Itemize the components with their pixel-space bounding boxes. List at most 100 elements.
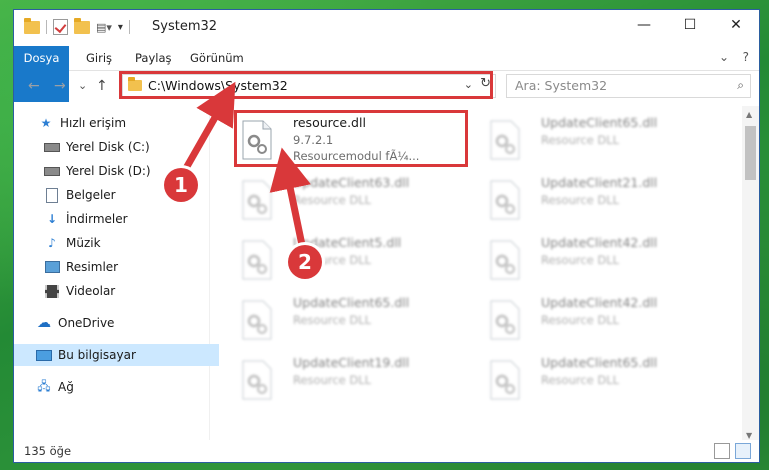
- navigation-bar: ← → ⌄ ↑ C:\Windows\System32 ⌄ ↻ Ara: Sys…: [14, 71, 759, 101]
- sidebar-item-videos[interactable]: Videolar 📌: [14, 280, 239, 302]
- file-name: UpdateClient65.dll: [541, 355, 658, 370]
- tab-home[interactable]: Giriş: [86, 46, 112, 70]
- maximize-button[interactable]: ☐: [667, 10, 713, 40]
- file-name: UpdateClient42.dll: [541, 235, 658, 250]
- onedrive-icon: ☁: [37, 315, 51, 331]
- sidebar-item-network[interactable]: 🖧 Ağ: [14, 376, 231, 398]
- sidebar-item-label: Yerel Disk (C:): [66, 140, 150, 154]
- step-2-badge: 2: [288, 245, 322, 279]
- explorer-window: ▤▾ ▾ System32 — ☐ ✕ Dosya Giriş Paylaş G…: [14, 10, 759, 462]
- this-pc-icon: [36, 348, 52, 362]
- downloads-icon: ↓: [46, 212, 58, 226]
- scroll-up-icon[interactable]: ▲: [746, 110, 752, 119]
- file-name: UpdateClient65.dll: [293, 295, 410, 310]
- minimize-button[interactable]: —: [621, 10, 667, 40]
- divider: [46, 20, 47, 34]
- file-item[interactable]: UpdateClient21.dll Resource DLL: [477, 172, 717, 228]
- sidebar-item-onedrive[interactable]: ☁ OneDrive: [14, 312, 231, 334]
- sidebar-item-label: Müzik: [66, 236, 101, 250]
- file-description: Resource DLL: [541, 373, 620, 387]
- sidebar-item-disk-d[interactable]: Yerel Disk (D:): [14, 160, 239, 182]
- sidebar-item-documents[interactable]: Belgeler: [14, 184, 239, 206]
- navigation-pane: ★ Hızlı erişim Yerel Disk (C:) Yerel Dis…: [14, 106, 233, 444]
- item-count: 135 öğe: [24, 444, 72, 458]
- drive-icon: [44, 164, 60, 178]
- recent-locations-button[interactable]: ⌄: [78, 79, 87, 92]
- up-button[interactable]: ↑: [96, 78, 108, 94]
- file-item[interactable]: UpdateClient19.dll Resource DLL: [229, 352, 469, 408]
- properties-icon[interactable]: [53, 19, 68, 35]
- file-description: Resource DLL: [541, 193, 620, 207]
- close-button[interactable]: ✕: [713, 10, 759, 40]
- file-item[interactable]: UpdateClient65.dll Resource DLL: [477, 352, 717, 408]
- file-description: Resource DLL: [541, 313, 620, 327]
- dll-file-icon: [490, 360, 520, 400]
- drive-icon: [44, 140, 60, 154]
- ribbon-tabs: Dosya Giriş Paylaş Görünüm ⌄ ?: [14, 46, 759, 102]
- vertical-scrollbar[interactable]: ▲ ▼: [742, 106, 759, 444]
- sidebar-item-quick-access[interactable]: ★ Hızlı erişim: [14, 112, 233, 134]
- sidebar-item-label: Ağ: [58, 380, 74, 394]
- file-name: UpdateClient42.dll: [541, 295, 658, 310]
- window-controls: — ☐ ✕: [621, 10, 759, 40]
- search-box[interactable]: Ara: System32 ⌕: [506, 74, 751, 98]
- expand-ribbon-icon[interactable]: ⌄: [719, 50, 729, 64]
- sidebar-item-label: İndirmeler: [66, 212, 128, 226]
- videos-icon: [44, 284, 60, 298]
- sidebar-item-label: Yerel Disk (D:): [66, 164, 151, 178]
- dll-file-icon: [242, 240, 272, 280]
- title-bar: ▤▾ ▾ System32 — ☐ ✕: [14, 10, 759, 46]
- tiles-view-icon[interactable]: [735, 443, 751, 459]
- address-highlight-box: [119, 71, 493, 99]
- file-name: UpdateClient65.dll: [541, 115, 658, 130]
- status-bar: 135 öğe: [14, 440, 759, 462]
- dll-file-icon: [242, 300, 272, 340]
- file-name: UpdateClient19.dll: [293, 355, 410, 370]
- file-item[interactable]: UpdateClient65.dll Resource DLL: [477, 112, 717, 168]
- file-item[interactable]: UpdateClient65.dll Resource DLL: [229, 292, 469, 348]
- tab-view[interactable]: Görünüm: [190, 46, 244, 70]
- new-folder-icon[interactable]: [74, 17, 90, 34]
- sidebar-item-label: Bu bilgisayar: [58, 348, 136, 362]
- sidebar-item-pictures[interactable]: Resimler 📌: [14, 256, 239, 278]
- view-switcher: [714, 443, 751, 459]
- documents-icon: [44, 187, 60, 203]
- sidebar-item-label: Videolar: [66, 284, 116, 298]
- back-button[interactable]: ←: [28, 78, 40, 94]
- file-description: Resource DLL: [541, 253, 620, 267]
- folder-icon: [24, 17, 40, 34]
- chevron-down-icon[interactable]: ▾: [118, 22, 123, 33]
- search-placeholder: Ara: System32: [515, 78, 608, 93]
- sidebar-item-music[interactable]: ♪ Müzik 📌: [14, 232, 239, 254]
- sidebar-item-disk-c[interactable]: Yerel Disk (C:): [14, 136, 239, 158]
- scrollbar-thumb[interactable]: [745, 126, 756, 180]
- scroll-down-icon[interactable]: ▼: [746, 431, 752, 440]
- file-description: Resource DLL: [293, 313, 372, 327]
- search-icon[interactable]: ⌕: [737, 78, 744, 93]
- file-item[interactable]: UpdateClient5.dll Resource DLL: [229, 232, 469, 288]
- window-title: System32: [152, 19, 218, 34]
- music-icon: ♪: [48, 236, 56, 250]
- file-item[interactable]: UpdateClient42.dll Resource DLL: [477, 292, 717, 348]
- file-description: Resource DLL: [293, 373, 372, 387]
- details-view-icon[interactable]: [714, 443, 730, 459]
- sidebar-item-label: Resimler: [66, 260, 119, 274]
- customize-view-icon[interactable]: ▤▾: [96, 21, 112, 34]
- file-item[interactable]: UpdateClient42.dll Resource DLL: [477, 232, 717, 288]
- help-icon[interactable]: ?: [743, 50, 749, 64]
- file-description: Resource DLL: [293, 193, 372, 207]
- sidebar-item-downloads[interactable]: ↓ İndirmeler 📌: [14, 208, 239, 230]
- sidebar-item-this-pc[interactable]: Bu bilgisayar: [14, 344, 231, 366]
- tab-share[interactable]: Paylaş: [135, 46, 172, 70]
- step-1-badge: 1: [164, 168, 198, 202]
- divider: [128, 20, 130, 34]
- sidebar-item-label: Hızlı erişim: [60, 116, 127, 130]
- file-item[interactable]: UpdateClient63.dll Resource DLL: [229, 172, 469, 228]
- file-description: Resource DLL: [541, 133, 620, 147]
- dll-file-icon: [490, 300, 520, 340]
- file-highlight-box: [234, 110, 468, 167]
- forward-button[interactable]: →: [54, 78, 66, 94]
- pictures-icon: [44, 260, 60, 274]
- file-name: UpdateClient63.dll: [293, 175, 410, 190]
- quick-access-toolbar: ▤▾ ▾: [24, 17, 130, 35]
